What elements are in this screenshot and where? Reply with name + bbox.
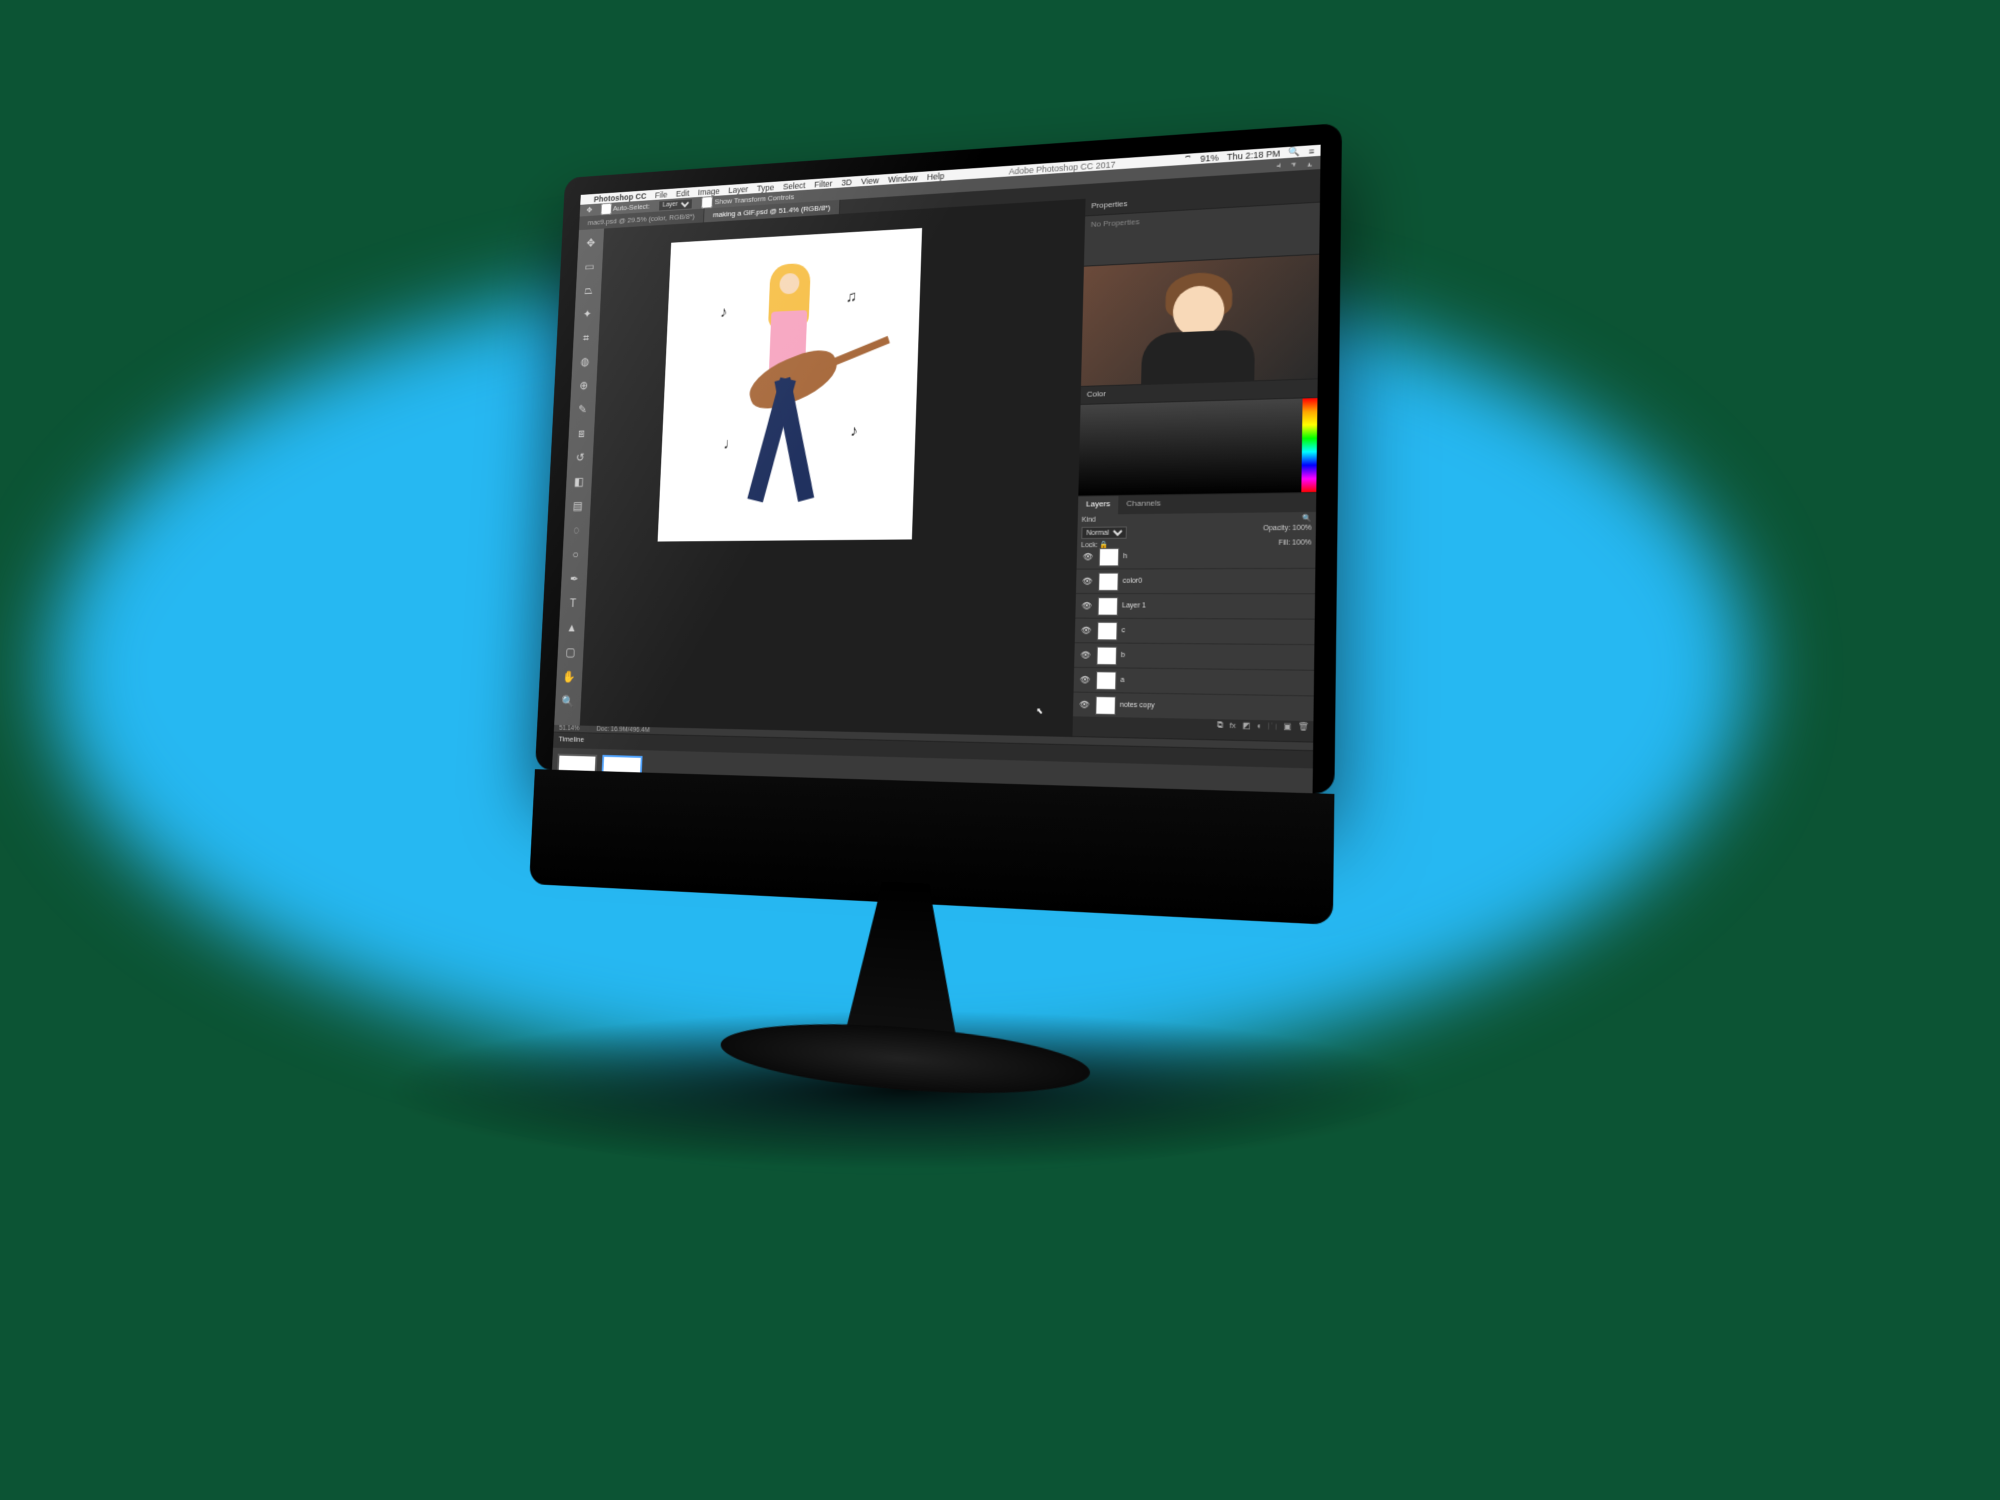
lock-icon[interactable]: 🔒 <box>1100 542 1109 549</box>
brush-tool[interactable]: ✎ <box>573 399 593 420</box>
clock[interactable]: Thu 2:18 PM <box>1227 148 1280 162</box>
history-brush-tool[interactable]: ↺ <box>570 447 590 468</box>
eraser-tool[interactable]: ◧ <box>569 471 589 492</box>
color-picker[interactable] <box>1078 398 1317 496</box>
menu-edit[interactable]: Edit <box>676 188 690 198</box>
magic-wand-tool[interactable]: ✦ <box>578 303 597 324</box>
link-layers-icon[interactable]: ⧉ <box>1217 720 1223 739</box>
battery-icon[interactable]: 91% <box>1200 152 1219 163</box>
layer-thumbnail[interactable] <box>1099 547 1120 566</box>
layer-name[interactable]: Layer 1 <box>1122 602 1311 610</box>
marquee-tool[interactable]: ▭ <box>580 256 599 277</box>
new-layer-icon[interactable]: ▣ <box>1283 722 1291 741</box>
layers-footer: ⧉ fx ◩ ◐ 🗀 ▣ 🗑 <box>1072 717 1313 741</box>
layer-name[interactable]: notes copy <box>1120 702 1310 713</box>
cursor-icon: ⬉ <box>1036 706 1043 715</box>
layer-group-icon[interactable]: 🗀 <box>1268 721 1277 740</box>
properties-content: No Properties <box>1084 203 1320 266</box>
delete-layer-icon[interactable]: 🗑 <box>1298 722 1309 742</box>
notification-center-icon[interactable]: ≡ <box>1309 146 1315 156</box>
photoshop-app: Photoshop CC File Edit Image Layer Type … <box>553 145 1321 772</box>
tab-channels[interactable]: Channels <box>1118 495 1169 514</box>
visibility-icon[interactable]: 👁 <box>1078 650 1092 659</box>
opacity-value[interactable]: 100% <box>1292 525 1311 533</box>
visibility-icon[interactable]: 👁 <box>1080 601 1094 610</box>
path-select-tool[interactable]: ▲ <box>562 617 582 638</box>
blend-mode-dropdown[interactable]: Normal <box>1081 526 1127 539</box>
visibility-icon[interactable]: 👁 <box>1081 552 1095 561</box>
wifi-icon[interactable]: ⌔ <box>1183 153 1192 164</box>
webcam-feed <box>1081 255 1319 386</box>
layer-row[interactable]: 👁 Layer 1 <box>1075 594 1315 620</box>
layer-name[interactable]: c <box>1121 627 1310 636</box>
hand-tool[interactable]: ✋ <box>559 666 579 687</box>
blur-tool[interactable]: ◌ <box>567 520 587 541</box>
pen-tool[interactable]: ✒ <box>564 568 584 589</box>
imac-monitor: Photoshop CC File Edit Image Layer Type … <box>522 123 1342 1080</box>
shape-tool[interactable]: ▢ <box>561 642 581 663</box>
align-right-icon[interactable]: ⫠ <box>1307 158 1312 168</box>
layer-name[interactable]: color0 <box>1123 577 1311 585</box>
layers-panel: Layers Channels Kind 🔍 Normal <box>1072 493 1316 743</box>
layer-row[interactable]: 👁 color0 <box>1076 569 1315 594</box>
menu-3d[interactable]: 3D <box>841 177 852 187</box>
layer-row[interactable]: 👁a <box>1074 668 1315 697</box>
layer-name[interactable]: a <box>1120 677 1309 687</box>
layer-thumbnail[interactable] <box>1096 671 1117 690</box>
layer-name[interactable]: b <box>1121 652 1310 661</box>
layer-thumbnail[interactable] <box>1098 572 1119 590</box>
fill-value[interactable]: 100% <box>1292 539 1311 547</box>
visibility-icon[interactable]: 👁 <box>1079 626 1093 635</box>
hue-slider[interactable] <box>1301 398 1317 492</box>
align-center-icon[interactable]: ⫟ <box>1291 159 1296 169</box>
layer-name[interactable]: h <box>1123 552 1311 560</box>
layer-row[interactable]: 👁h <box>1077 544 1316 570</box>
search-icon[interactable]: 🔍 <box>1302 514 1311 523</box>
properties-panel: Properties No Properties <box>1084 184 1320 266</box>
visibility-icon[interactable]: 👁 <box>1077 700 1091 710</box>
type-tool[interactable]: T <box>563 593 583 614</box>
canvas-area[interactable]: ♪ ♫ ♪ ♩ ⬉ <box>580 199 1086 737</box>
adjustment-layer-icon[interactable]: ◐ <box>1257 721 1262 740</box>
layer-row[interactable]: 👁 notes copy <box>1073 693 1314 723</box>
crop-tool[interactable]: ⌗ <box>576 327 595 348</box>
webcam-overlay <box>1081 255 1319 387</box>
dodge-tool[interactable]: ○ <box>566 544 586 565</box>
layer-kind-filter[interactable]: Kind <box>1082 517 1096 525</box>
move-tool[interactable]: ✥ <box>581 232 600 253</box>
window-title: Adobe Photoshop CC 2017 <box>954 155 1174 179</box>
color-panel: Color <box>1078 379 1317 496</box>
spot-heal-tool[interactable]: ⊕ <box>574 375 594 396</box>
color-panel-title[interactable]: Color <box>1081 379 1318 405</box>
properties-panel-title[interactable]: Properties <box>1085 184 1320 216</box>
layer-thumbnail[interactable] <box>1095 696 1116 715</box>
menu-file[interactable]: File <box>655 189 668 199</box>
layer-thumbnail[interactable] <box>1097 621 1118 640</box>
align-left-icon[interactable]: ⫞ <box>1277 160 1281 170</box>
illustration: ♪ ♫ ♪ ♩ <box>658 228 923 542</box>
eyedropper-tool[interactable]: ◍ <box>575 351 594 372</box>
spotlight-icon[interactable]: 🔍 <box>1288 146 1300 158</box>
layer-row[interactable]: 👁b <box>1074 643 1314 671</box>
zoom-tool[interactable]: 🔍 <box>558 691 578 712</box>
lasso-tool[interactable]: ⏢ <box>579 280 598 301</box>
clone-stamp-tool[interactable]: ⧈ <box>572 423 592 444</box>
layer-list: 👁h👁color0👁Layer 1👁c👁b👁a👁notes copy <box>1073 544 1316 723</box>
layer-mask-icon[interactable]: ◩ <box>1242 721 1250 740</box>
move-tool-icon[interactable]: ✥ <box>586 206 592 214</box>
gradient-tool[interactable]: ▤ <box>568 495 588 516</box>
artboard: ♪ ♫ ♪ ♩ <box>658 228 923 542</box>
layer-thumbnail[interactable] <box>1096 646 1117 665</box>
tab-layers[interactable]: Layers <box>1078 496 1119 515</box>
menu-help[interactable]: Help <box>927 171 945 182</box>
layer-row[interactable]: 👁c <box>1075 619 1315 646</box>
layer-fx-icon[interactable]: fx <box>1229 721 1236 740</box>
right-panels: Properties No Properties Color <box>1072 184 1320 742</box>
visibility-icon[interactable]: 👁 <box>1078 675 1092 684</box>
visibility-icon[interactable]: 👁 <box>1080 577 1094 586</box>
layer-thumbnail[interactable] <box>1098 597 1119 616</box>
